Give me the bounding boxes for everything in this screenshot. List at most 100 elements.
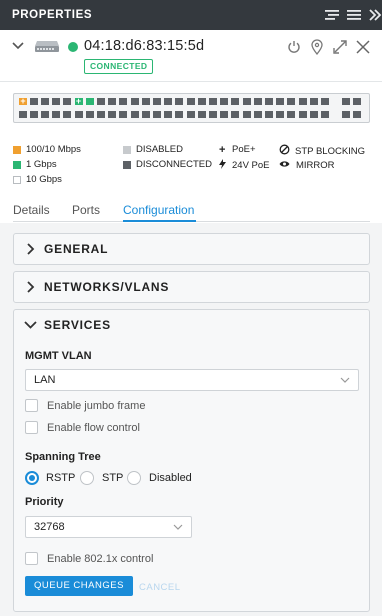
switch-port[interactable] xyxy=(175,111,184,118)
priority-select[interactable]: 32768 xyxy=(25,516,192,538)
switch-port[interactable] xyxy=(287,111,296,118)
switch-port[interactable] xyxy=(97,98,106,105)
switch-port[interactable] xyxy=(197,111,206,118)
switch-port[interactable] xyxy=(141,111,150,118)
switch-port[interactable] xyxy=(298,98,307,105)
legend-label: 24V PoE xyxy=(232,160,270,171)
switch-port[interactable] xyxy=(242,111,251,118)
networks-section-header[interactable]: NETWORKS/VLANS xyxy=(14,272,369,302)
switch-port[interactable] xyxy=(52,111,61,118)
blocked-icon xyxy=(279,144,290,158)
switch-port[interactable] xyxy=(30,111,39,118)
switch-port[interactable] xyxy=(164,111,173,118)
switch-port[interactable] xyxy=(320,111,329,118)
switch-port[interactable] xyxy=(153,98,162,105)
switch-port[interactable] xyxy=(208,98,217,105)
tab-details[interactable]: Details xyxy=(13,203,50,217)
switch-port[interactable] xyxy=(175,98,184,105)
legend-100-10: 100/10 Mbps xyxy=(13,144,81,155)
switch-port[interactable] xyxy=(320,98,329,105)
switch-port[interactable] xyxy=(220,98,229,105)
switch-port[interactable] xyxy=(231,111,240,118)
mgmt-vlan-select[interactable]: LAN xyxy=(25,369,359,391)
switch-port[interactable] xyxy=(52,98,61,105)
switch-port[interactable] xyxy=(130,111,139,118)
switch-port[interactable] xyxy=(309,111,318,118)
switch-port[interactable] xyxy=(97,111,106,118)
radio-button[interactable] xyxy=(25,471,39,485)
locate-icon[interactable] xyxy=(308,38,326,56)
radio-disabled[interactable]: Disabled xyxy=(127,471,192,485)
restart-icon[interactable] xyxy=(285,38,303,56)
switch-port[interactable] xyxy=(242,98,251,105)
switch-port[interactable] xyxy=(74,95,83,107)
flow-control-checkbox[interactable]: Enable flow control xyxy=(25,421,140,434)
radio-button[interactable] xyxy=(127,471,141,485)
cancel-button[interactable]: CANCEL xyxy=(139,582,181,593)
switch-port[interactable] xyxy=(208,111,217,118)
general-section-header[interactable]: GENERAL xyxy=(14,234,369,264)
switch-port[interactable] xyxy=(130,98,139,105)
switch-port[interactable] xyxy=(220,111,229,118)
switch-port[interactable] xyxy=(264,98,273,105)
radio-rstp[interactable]: RSTP xyxy=(25,471,75,485)
switch-port[interactable] xyxy=(141,98,150,105)
switch-port[interactable] xyxy=(186,111,195,118)
jumbo-frame-checkbox[interactable]: Enable jumbo frame xyxy=(25,399,145,412)
switch-port[interactable] xyxy=(264,111,273,118)
menu-icon[interactable] xyxy=(345,6,363,24)
tab-ports[interactable]: Ports xyxy=(72,203,100,217)
switch-port[interactable] xyxy=(41,111,50,118)
switch-port[interactable] xyxy=(41,98,50,105)
switch-port[interactable] xyxy=(19,111,27,118)
close-icon[interactable] xyxy=(354,38,372,56)
checkbox-box[interactable] xyxy=(25,399,38,412)
switch-port[interactable] xyxy=(86,98,95,105)
chevron-down-icon[interactable] xyxy=(11,39,25,53)
switch-port[interactable] xyxy=(353,111,361,118)
switch-port[interactable] xyxy=(19,95,27,107)
switch-port[interactable] xyxy=(253,111,262,118)
radio-stp[interactable]: STP xyxy=(80,471,123,485)
checkbox-box[interactable] xyxy=(25,552,38,565)
switch-port[interactable] xyxy=(309,98,318,105)
switch-port[interactable] xyxy=(74,111,83,118)
tab-configuration[interactable]: Configuration xyxy=(123,203,194,217)
switch-port[interactable] xyxy=(119,98,128,105)
switch-port[interactable] xyxy=(231,98,240,105)
switch-port[interactable] xyxy=(342,111,350,118)
expand-icon[interactable] xyxy=(331,38,349,56)
switch-port[interactable] xyxy=(353,98,361,105)
switch-port[interactable] xyxy=(108,98,117,105)
switch-port[interactable] xyxy=(119,111,128,118)
radio-button[interactable] xyxy=(80,471,94,485)
switch-device-icon xyxy=(34,40,60,57)
switch-port[interactable] xyxy=(86,111,95,118)
legend-label: STP BLOCKING xyxy=(295,145,366,157)
switch-port[interactable] xyxy=(275,111,284,118)
dot1x-checkbox[interactable]: Enable 802.1x control xyxy=(25,552,153,565)
switch-port[interactable] xyxy=(287,98,296,105)
list-view-icon[interactable] xyxy=(323,6,341,24)
switch-port[interactable] xyxy=(108,111,117,118)
switch-port[interactable] xyxy=(253,98,262,105)
switch-port[interactable] xyxy=(164,98,173,105)
switch-port[interactable] xyxy=(153,111,162,118)
chevron-right-icon xyxy=(26,281,36,296)
legend-10g: 10 Gbps xyxy=(13,174,62,185)
switch-port[interactable] xyxy=(186,98,195,105)
chevron-down-icon xyxy=(24,320,37,333)
switch-port[interactable] xyxy=(63,111,72,118)
switch-port[interactable] xyxy=(298,111,307,118)
checkbox-box[interactable] xyxy=(25,421,38,434)
status-indicator xyxy=(68,42,78,52)
collapse-panel-icon[interactable] xyxy=(366,6,382,24)
legend-stp-blocking: STP BLOCKING xyxy=(279,144,365,158)
switch-port[interactable] xyxy=(275,98,284,105)
queue-changes-button[interactable]: QUEUE CHANGES xyxy=(25,576,133,596)
switch-port[interactable] xyxy=(30,98,39,105)
switch-port[interactable] xyxy=(63,98,72,105)
switch-port[interactable] xyxy=(342,98,350,105)
services-section-header[interactable]: SERVICES xyxy=(14,310,369,340)
switch-port[interactable] xyxy=(197,98,206,105)
